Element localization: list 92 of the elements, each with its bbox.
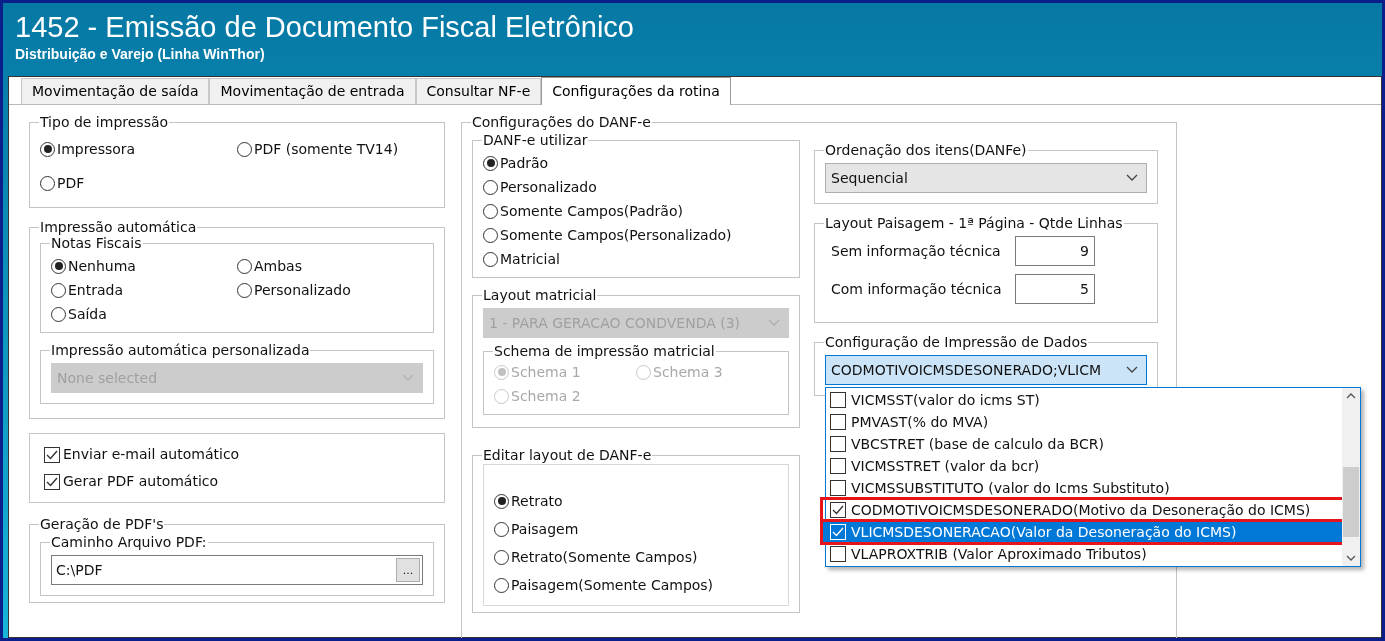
field-label: Sem informação técnica [830, 241, 1002, 261]
tab[interactable]: Consultar NF-e [415, 78, 542, 104]
chevron-down-icon [1126, 174, 1138, 182]
radio-option[interactable]: Ambas [237, 254, 423, 278]
dropdown-select[interactable]: CODMOTIVOICMSDESONERADO;VLICM [825, 355, 1147, 385]
chevron-down-icon [1126, 366, 1138, 374]
radio-option[interactable]: Paisagem(Somente Campos) [494, 573, 778, 597]
radio-button[interactable] [494, 521, 509, 537]
dropdown-select[interactable]: Sequencial [825, 163, 1147, 193]
radio-button[interactable] [494, 549, 509, 565]
group-label: Configurações do DANF-e [471, 113, 652, 131]
radio-option[interactable]: Padrão [483, 151, 789, 175]
chevron-down-icon [768, 319, 780, 327]
radio-button[interactable] [494, 577, 509, 593]
checkbox[interactable] [830, 458, 846, 474]
radio-button[interactable] [483, 179, 498, 195]
checkbox[interactable] [830, 436, 846, 452]
checkbox[interactable] [830, 480, 846, 496]
chevron-up-icon[interactable] [1346, 392, 1356, 399]
path-field[interactable]: C:\PDF ... [51, 555, 423, 585]
checkbox[interactable] [830, 414, 846, 430]
tab[interactable]: Configurações da rotina [541, 77, 731, 105]
number-field[interactable]: 9 [1015, 236, 1095, 266]
group-label: Impressão automática [39, 218, 198, 236]
radio-option[interactable]: Retrato(Somente Campos) [494, 545, 778, 569]
group-label: Ordenação dos itens(DANFe) [824, 141, 1028, 159]
radio-option[interactable]: PDF [40, 171, 237, 195]
radio-button[interactable] [483, 251, 498, 267]
list-option[interactable]: CODMOTIVOICMSDESONERADO(Motivo da Desoneração do ICMS) [822, 499, 1346, 521]
radio-option[interactable]: Retrato [494, 489, 778, 513]
window-subtitle: Distribuição e Varejo (Linha WinThor) [15, 45, 266, 63]
group-label: Geração de PDF's [39, 515, 165, 533]
radio-option[interactable]: Nenhuma [51, 254, 237, 278]
check-icon [832, 527, 844, 537]
radio-button[interactable] [51, 282, 66, 298]
check-icon [46, 476, 58, 487]
radio-option[interactable]: Personalizado [237, 278, 423, 302]
window-title: 1452 - Emissão de Documento Fiscal Eletrônico [15, 10, 635, 45]
chevron-down-icon[interactable] [1346, 555, 1356, 562]
radio-button[interactable] [237, 282, 252, 298]
list-option[interactable]: PMVAST(% do MVA) [826, 411, 1342, 433]
group-label: Notas Fiscais [50, 235, 143, 252]
checkbox[interactable] [830, 502, 846, 518]
radio-option[interactable]: PDF (somente TV14) [237, 137, 434, 161]
radio-option[interactable]: Entrada [51, 278, 237, 302]
radio-option[interactable]: Personalizado [483, 175, 789, 199]
radio-button[interactable] [51, 258, 66, 274]
group-label: Schema de impressão matricial [493, 342, 716, 360]
checkbox[interactable] [44, 473, 60, 490]
list-option[interactable]: VICMSST(valor do icms ST) [826, 389, 1342, 411]
checkbox[interactable] [830, 392, 846, 408]
radio-option[interactable]: Impressora [40, 137, 237, 161]
scrollbar[interactable] [1342, 388, 1360, 566]
group-label: DANF-e utilizar [482, 131, 589, 149]
group-label: Layout matricial [482, 286, 598, 304]
list-option[interactable]: VBCSTRET (base de calculo da BCR) [826, 433, 1342, 455]
radio-option[interactable]: Somente Campos(Padrão) [483, 199, 789, 223]
group-label: Layout Paisagem - 1ª Página - Qtde Linhas [824, 214, 1124, 232]
radio-button[interactable] [483, 203, 498, 219]
group-label: Impressão automática personalizada [50, 341, 311, 359]
tab[interactable]: Movimentação de entrada [209, 78, 416, 104]
list-option[interactable]: VLAPROXTRIB (Valor Aproximado Tributos) [826, 543, 1342, 565]
browse-button[interactable]: ... [396, 558, 420, 582]
number-field[interactable]: 5 [1015, 274, 1095, 304]
radio-button[interactable] [494, 493, 509, 509]
field-label: Com informação técnica [830, 279, 1003, 299]
radio-option[interactable]: Somente Campos(Personalizado) [483, 223, 789, 247]
group-label: Caminho Arquivo PDF: [50, 533, 208, 551]
group-label: Editar layout de DANF-e [482, 446, 653, 464]
check-icon [832, 505, 844, 515]
list-option[interactable]: VICMSSUBSTITUTO (valor do Icms Substituto) [826, 477, 1342, 499]
check-icon [46, 449, 58, 460]
tab[interactable]: Movimentação de saída [21, 78, 210, 104]
checkbox-option[interactable]: Enviar e-mail automático [44, 444, 430, 465]
radio-button[interactable] [237, 258, 252, 274]
checkbox-option[interactable]: Gerar PDF automático [44, 471, 430, 492]
radio-option[interactable]: Saída [51, 302, 237, 326]
radio-button[interactable] [237, 141, 252, 157]
chevron-down-icon [402, 374, 414, 382]
radio-button[interactable] [40, 175, 55, 191]
radio-option[interactable]: Matricial [483, 247, 789, 271]
radio-option[interactable]: Paisagem [494, 517, 778, 541]
radio-button[interactable] [483, 155, 498, 171]
radio-button[interactable] [483, 227, 498, 243]
group-label: Tipo de impressão [39, 113, 170, 131]
radio-button[interactable] [40, 141, 55, 157]
scroll-thumb[interactable] [1343, 467, 1359, 537]
radio-button[interactable] [51, 306, 66, 322]
list-option[interactable]: VICMSSTRET (valor da bcr) [826, 455, 1342, 477]
group-label: Configuração de Impressão de Dados [824, 333, 1089, 351]
checkbox[interactable] [830, 546, 846, 562]
checkbox[interactable] [44, 446, 60, 463]
